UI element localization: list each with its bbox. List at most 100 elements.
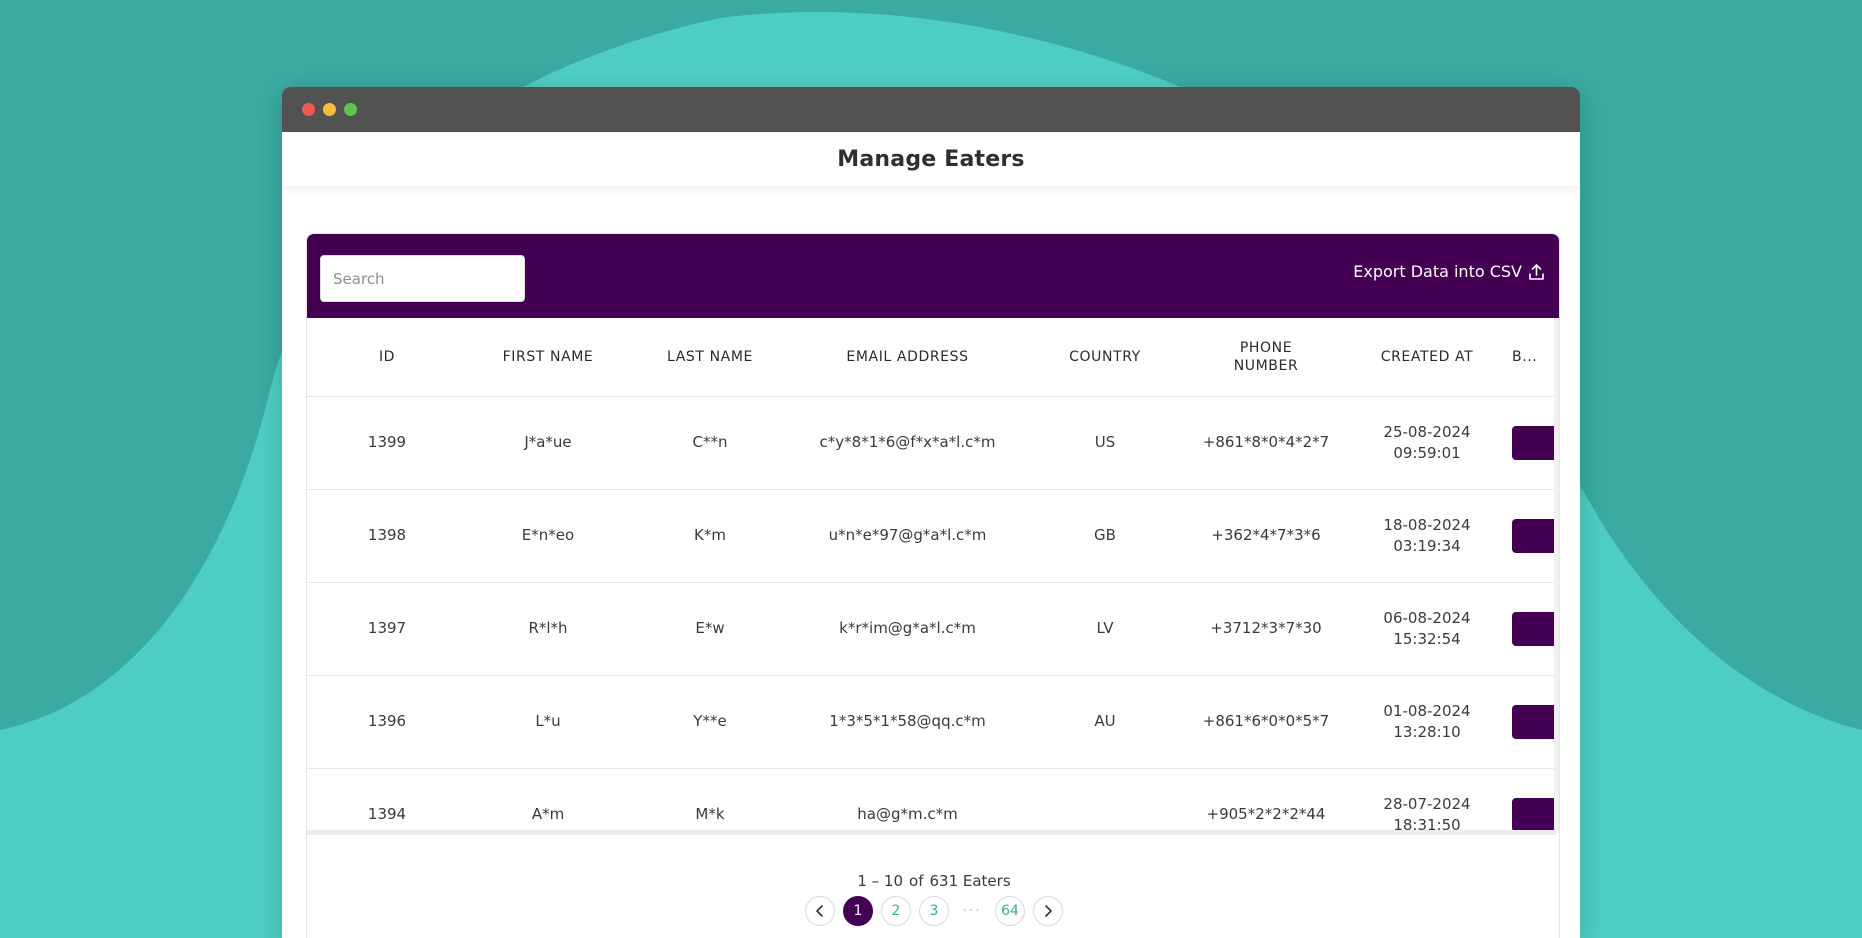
cell-id: 1394 bbox=[307, 768, 467, 833]
pagination-summary: 1 – 10 of 631 Eaters bbox=[307, 872, 1559, 890]
cell-country: AU bbox=[1024, 675, 1186, 769]
created-time: 09:59:01 bbox=[1393, 443, 1461, 462]
cell-last-name: E*w bbox=[629, 582, 791, 676]
next-page-button[interactable] bbox=[1033, 896, 1063, 926]
pager: 1 2 3 ··· 64 bbox=[307, 896, 1559, 926]
cell-first-name: J*a*ue bbox=[467, 396, 629, 490]
page-button-1[interactable]: 1 bbox=[843, 896, 873, 926]
pagination-ellipsis: ··· bbox=[962, 903, 982, 919]
page-button-3[interactable]: 3 bbox=[919, 896, 949, 926]
column-header-last-name[interactable]: LAST NAME bbox=[629, 318, 791, 397]
cell-first-name: R*l*h bbox=[467, 582, 629, 676]
cell-last-name: K*m bbox=[629, 489, 791, 583]
created-date: 01-08-2024 bbox=[1383, 701, 1471, 720]
column-header-first-name[interactable]: FIRST NAME bbox=[467, 318, 629, 397]
column-header-created-at[interactable]: CREATED AT bbox=[1346, 318, 1508, 397]
cell-phone: +861*8*0*4*2*7 bbox=[1186, 396, 1346, 490]
cell-last-name: Y**e bbox=[629, 675, 791, 769]
pagination-range: 1 – 10 bbox=[857, 872, 904, 890]
cell-email: k*r*im@g*a*l.c*m bbox=[791, 582, 1024, 676]
chevron-left-icon bbox=[816, 905, 823, 917]
cell-action bbox=[1508, 582, 1556, 676]
cell-id: 1398 bbox=[307, 489, 467, 583]
cell-first-name: E*n*eo bbox=[467, 489, 629, 583]
app-header: Manage Eaters bbox=[282, 132, 1580, 186]
page-button-2[interactable]: 2 bbox=[881, 896, 911, 926]
cell-first-name: L*u bbox=[467, 675, 629, 769]
cell-created-at: 01-08-2024 13:28:10 bbox=[1346, 675, 1508, 769]
column-header-ban[interactable]: B... bbox=[1508, 318, 1556, 397]
eaters-panel: Export Data into CSV ID FIRST NAME LAST bbox=[306, 233, 1560, 938]
table-header-row: ID FIRST NAME LAST NAME EMAIL ADDRESS CO… bbox=[307, 318, 1556, 397]
cell-country: US bbox=[1024, 396, 1186, 490]
pagination-of: of bbox=[909, 872, 924, 890]
column-header-email[interactable]: EMAIL ADDRESS bbox=[791, 318, 1024, 397]
ban-button[interactable] bbox=[1512, 425, 1556, 460]
cell-email: 1*3*5*1*58@qq.c*m bbox=[791, 675, 1024, 769]
cell-action bbox=[1508, 489, 1556, 583]
export-csv-button[interactable]: Export Data into CSV bbox=[1353, 262, 1545, 281]
cell-created-at: 06-08-2024 15:32:54 bbox=[1346, 582, 1508, 676]
cell-last-name: M*k bbox=[629, 768, 791, 833]
cell-email: c*y*8*1*6@f*x*a*l.c*m bbox=[791, 396, 1024, 490]
cell-action bbox=[1508, 675, 1556, 769]
cell-country: GB bbox=[1024, 489, 1186, 583]
created-date: 06-08-2024 bbox=[1383, 608, 1471, 627]
cell-phone: +905*2*2*2*44 bbox=[1186, 768, 1346, 833]
table-row: 1398 E*n*eo K*m u*n*e*97@g*a*l.c*m GB +3… bbox=[307, 489, 1556, 583]
table-toolbar: Export Data into CSV bbox=[307, 234, 1559, 318]
cell-action bbox=[1508, 768, 1556, 833]
table-row: 1394 A*m M*k ha@g*m.c*m +905*2*2*2*44 28… bbox=[307, 768, 1556, 833]
search-input[interactable] bbox=[320, 255, 525, 302]
table-row: 1397 R*l*h E*w k*r*im@g*a*l.c*m LV +3712… bbox=[307, 582, 1556, 676]
table-row: 1399 J*a*ue C**n c*y*8*1*6@f*x*a*l.c*m U… bbox=[307, 396, 1556, 490]
column-header-phone[interactable]: PHONE NUMBER bbox=[1186, 318, 1346, 397]
upload-icon bbox=[1529, 263, 1544, 280]
cell-id: 1397 bbox=[307, 582, 467, 676]
created-date: 25-08-2024 bbox=[1383, 422, 1471, 441]
cell-action bbox=[1508, 396, 1556, 490]
ban-button[interactable] bbox=[1512, 797, 1556, 832]
cell-created-at: 18-08-2024 03:19:34 bbox=[1346, 489, 1508, 583]
export-csv-label: Export Data into CSV bbox=[1353, 262, 1522, 281]
cell-country bbox=[1024, 768, 1186, 833]
vertical-scrollbar[interactable] bbox=[1554, 318, 1559, 833]
table-row: 1396 L*u Y**e 1*3*5*1*58@qq.c*m AU +861*… bbox=[307, 675, 1556, 769]
cell-phone: +861*6*0*0*5*7 bbox=[1186, 675, 1346, 769]
minimize-window-icon[interactable] bbox=[323, 103, 336, 116]
ban-button[interactable] bbox=[1512, 704, 1556, 739]
created-time: 15:32:54 bbox=[1393, 629, 1461, 648]
cell-phone: +3712*3*7*30 bbox=[1186, 582, 1346, 676]
pagination-total: 631 Eaters bbox=[929, 872, 1011, 890]
column-header-country[interactable]: COUNTRY bbox=[1024, 318, 1186, 397]
created-time: 13:28:10 bbox=[1393, 722, 1461, 741]
pagination-area: 1 – 10 of 631 Eaters 1 2 3 ··· 64 bbox=[307, 834, 1559, 938]
page-title: Manage Eaters bbox=[837, 146, 1025, 172]
ban-button[interactable] bbox=[1512, 611, 1556, 646]
cell-phone: +362*4*7*3*6 bbox=[1186, 489, 1346, 583]
cell-email: u*n*e*97@g*a*l.c*m bbox=[791, 489, 1024, 583]
cell-created-at: 25-08-2024 09:59:01 bbox=[1346, 396, 1508, 490]
created-date: 28-07-2024 bbox=[1383, 794, 1471, 813]
chevron-right-icon bbox=[1045, 905, 1052, 917]
cell-id: 1396 bbox=[307, 675, 467, 769]
ban-button[interactable] bbox=[1512, 518, 1556, 553]
cell-created-at: 28-07-2024 18:31:50 bbox=[1346, 768, 1508, 833]
maximize-window-icon[interactable] bbox=[344, 103, 357, 116]
cell-country: LV bbox=[1024, 582, 1186, 676]
window-titlebar bbox=[282, 87, 1580, 132]
prev-page-button[interactable] bbox=[805, 896, 835, 926]
browser-window: Manage Eaters Export Data into CSV bbox=[282, 87, 1580, 938]
column-header-phone-label: PHONE NUMBER bbox=[1233, 339, 1299, 374]
close-window-icon[interactable] bbox=[302, 103, 315, 116]
created-date: 18-08-2024 bbox=[1383, 515, 1471, 534]
eaters-table: ID FIRST NAME LAST NAME EMAIL ADDRESS CO… bbox=[307, 318, 1556, 833]
cell-email: ha@g*m.c*m bbox=[791, 768, 1024, 833]
cell-id: 1399 bbox=[307, 396, 467, 490]
cell-last-name: C**n bbox=[629, 396, 791, 490]
column-header-id[interactable]: ID bbox=[307, 318, 467, 397]
created-time: 03:19:34 bbox=[1393, 536, 1461, 555]
cell-first-name: A*m bbox=[467, 768, 629, 833]
eaters-table-container: ID FIRST NAME LAST NAME EMAIL ADDRESS CO… bbox=[307, 318, 1556, 833]
page-button-last[interactable]: 64 bbox=[995, 896, 1025, 926]
